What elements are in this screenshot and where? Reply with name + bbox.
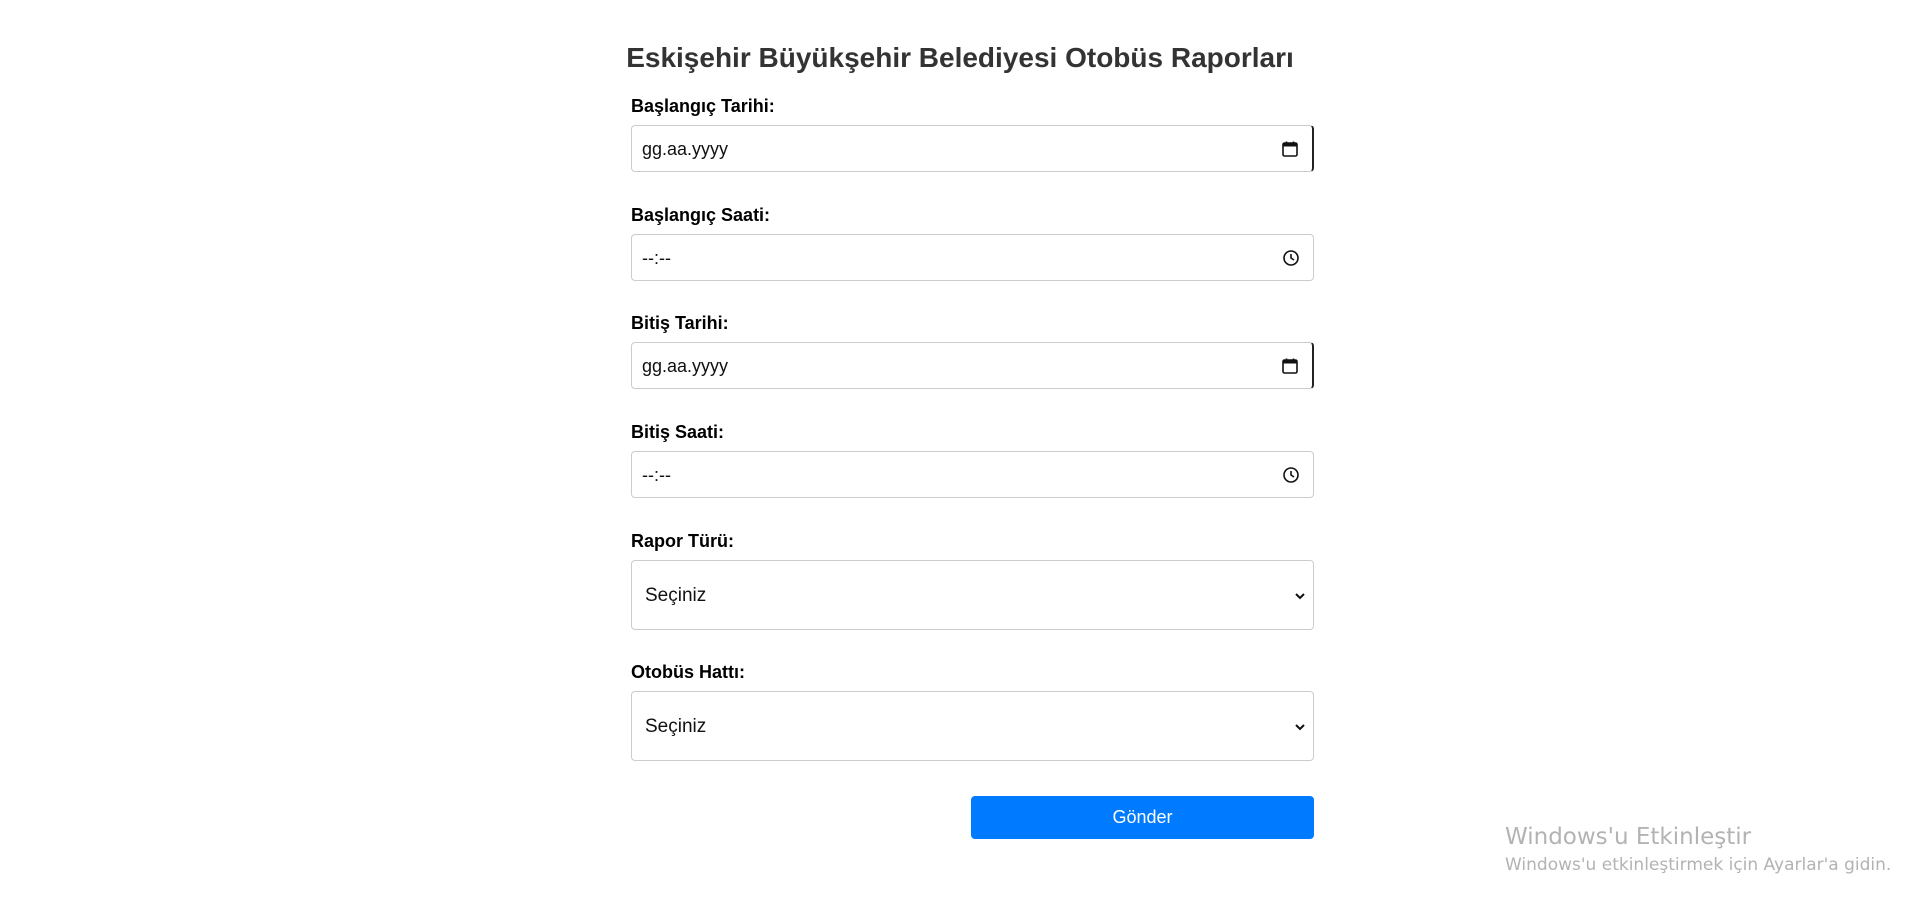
end-time-label: Bitiş Saati: xyxy=(631,422,725,442)
windows-activation-watermark: Windows'u Etkinleştir Windows'u etkinleş… xyxy=(1505,824,1891,875)
watermark-title: Windows'u Etkinleştir xyxy=(1505,824,1752,850)
start-date-input[interactable]: gg.aa.yyyy xyxy=(631,125,1314,172)
bus-line-select[interactable]: Seçiniz xyxy=(631,691,1314,761)
end-date-value: gg.aa.yyyy xyxy=(642,356,729,376)
bus-line-selected: Seçiniz xyxy=(645,716,707,737)
bus-line-label: Otobüs Hattı: xyxy=(631,662,745,682)
start-date-value: gg.aa.yyyy xyxy=(642,139,729,159)
calendar-icon[interactable] xyxy=(1281,357,1299,375)
start-time-input[interactable]: --:-- xyxy=(631,234,1314,281)
submit-button[interactable]: Gönder xyxy=(971,796,1314,839)
calendar-icon[interactable] xyxy=(1281,140,1299,158)
chevron-down-icon xyxy=(1293,589,1307,603)
report-type-selected: Seçiniz xyxy=(645,585,707,606)
watermark-subtitle: Windows'u etkinleştirmek için Ayarlar'a … xyxy=(1505,855,1892,875)
start-time-label: Başlangıç Saati: xyxy=(631,205,771,225)
clock-icon[interactable] xyxy=(1282,249,1300,267)
end-date-input[interactable]: gg.aa.yyyy xyxy=(631,342,1314,389)
start-date-label: Başlangıç Tarihi: xyxy=(631,96,775,116)
start-time-value: --:-- xyxy=(642,248,671,268)
report-type-label: Rapor Türü: xyxy=(631,531,734,551)
end-time-input[interactable]: --:-- xyxy=(631,451,1314,498)
end-time-value: --:-- xyxy=(642,465,671,485)
end-date-label: Bitiş Tarihi: xyxy=(631,313,729,333)
page-title: Eskişehir Büyükşehir Belediyesi Otobüs R… xyxy=(626,42,1294,73)
chevron-down-icon xyxy=(1293,720,1307,734)
clock-icon[interactable] xyxy=(1282,466,1300,484)
report-type-select[interactable]: Seçiniz xyxy=(631,560,1314,630)
report-page: Eskişehir Büyükşehir Belediyesi Otobüs R… xyxy=(0,0,1920,920)
